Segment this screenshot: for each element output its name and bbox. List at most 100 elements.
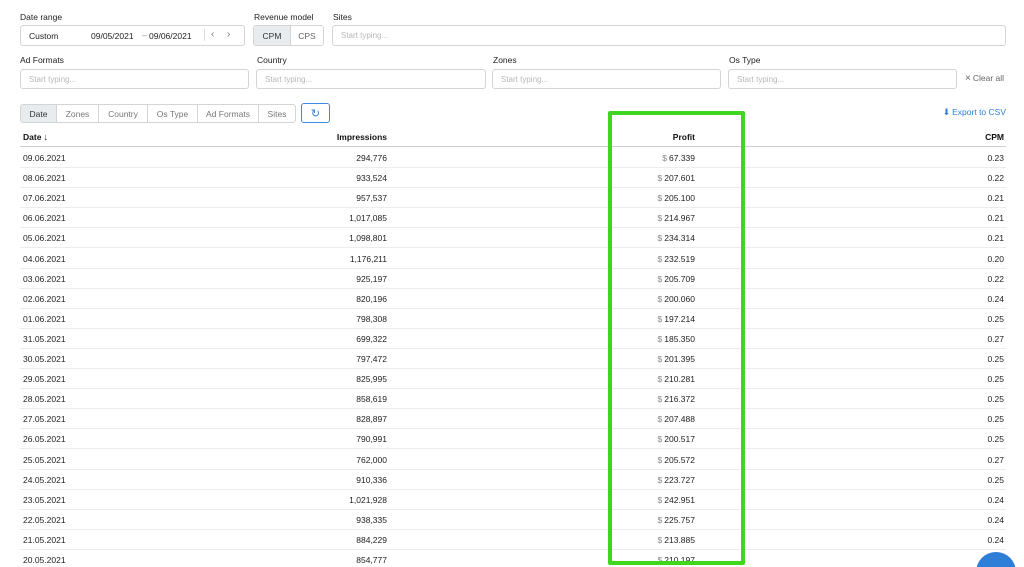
revenue-model-cps[interactable]: CPS (290, 26, 323, 45)
group-by-tabs: Date Zones Country Os Type Ad Formats Si… (20, 104, 296, 123)
cell-cpm: 0.21 (987, 213, 1004, 224)
cell-impressions: 854,777 (356, 555, 387, 565)
cell-cpm: 0.24 (987, 514, 1004, 525)
date-range-preset[interactable]: Custom (29, 31, 58, 41)
cell-date: 25.05.2021 (23, 454, 66, 465)
cell-cpm: 0.25 (987, 414, 1004, 425)
zones-input[interactable]: Start typing... (492, 69, 721, 89)
cell-cpm: 0.25 (987, 374, 1004, 385)
cell-profit-value: 234.314 (664, 233, 695, 244)
ad-formats-input[interactable]: Start typing... (20, 69, 249, 89)
table-row: 08.06.2021 933,524 $207.601 0.22 (20, 168, 1006, 189)
cell-impressions: 933,524 (356, 173, 387, 184)
revenue-model-label: Revenue model (254, 12, 314, 22)
cell-profit-value: 205.100 (664, 193, 695, 204)
cell-cpm: 0.24 (987, 293, 1004, 304)
os-type-placeholder: Start typing... (737, 75, 785, 84)
chevron-left-icon[interactable]: ‹ (211, 29, 214, 40)
cell-date: 07.06.2021 (23, 193, 66, 204)
cell-impressions: 1,098,801 (349, 233, 387, 244)
cell-cpm: 0.22 (987, 273, 1004, 284)
tab-country[interactable]: Country (99, 105, 148, 122)
table-row: 06.06.2021 1,017,085 $214.967 0.21 (20, 208, 1006, 229)
table-row: 20.05.2021 854,777 $210.197 (20, 550, 1006, 567)
column-header-profit[interactable]: Profit (673, 132, 695, 142)
column-header-impressions[interactable]: Impressions (337, 132, 387, 142)
cell-profit: $197.214 (658, 314, 695, 324)
column-header-cpm[interactable]: CPM (985, 132, 1004, 142)
refresh-button[interactable]: ↻ (301, 103, 330, 123)
export-csv-link[interactable]: ⬇ Export to CSV (943, 107, 1006, 118)
cell-date: 23.05.2021 (23, 494, 66, 505)
table-row: 09.06.2021 294,776 $67.339 0.23 (20, 148, 1006, 169)
currency-symbol: $ (657, 193, 663, 204)
currency-symbol: $ (657, 555, 663, 565)
cell-date: 08.06.2021 (23, 173, 66, 184)
cell-impressions: 762,000 (356, 454, 387, 465)
cell-date: 24.05.2021 (23, 474, 66, 485)
date-range-picker[interactable]: Custom 09/05/2021 – 09/06/2021 ‹ › (20, 25, 245, 46)
cell-profit: $205.572 (658, 455, 695, 465)
cell-impressions: 957,537 (356, 193, 387, 204)
cell-profit: $205.709 (658, 274, 695, 284)
country-label: Country (257, 55, 287, 65)
cell-profit: $67.339 (662, 153, 695, 163)
cell-impressions: 790,991 (356, 434, 387, 445)
clear-all-label: Clear all (972, 73, 1005, 83)
tab-sites[interactable]: Sites (259, 105, 295, 122)
currency-symbol: $ (657, 474, 663, 485)
cell-cpm: 0.23 (987, 153, 1004, 163)
cell-profit-value: 201.395 (664, 354, 695, 364)
cell-profit: $242.951 (658, 495, 695, 505)
cell-profit: $200.517 (658, 434, 695, 444)
tab-date[interactable]: Date (21, 105, 57, 122)
sites-input[interactable]: Start typing... (332, 25, 1006, 46)
cell-profit-value: 223.727 (664, 474, 695, 485)
date-range-end[interactable]: 09/06/2021 (149, 31, 192, 41)
table-row: 28.05.2021 858,619 $216.372 0.25 (20, 389, 1006, 410)
cell-cpm: 0.25 (987, 434, 1004, 445)
os-type-input[interactable]: Start typing... (728, 69, 957, 89)
cell-cpm: 0.25 (987, 313, 1004, 324)
cell-cpm: 0.25 (987, 474, 1004, 485)
cell-profit: $207.601 (658, 173, 695, 183)
cell-date: 04.06.2021 (23, 253, 66, 264)
cell-impressions: 1,176,211 (349, 253, 387, 264)
cell-date: 05.06.2021 (23, 233, 66, 244)
table-row: 07.06.2021 957,537 $205.100 0.21 (20, 188, 1006, 209)
cell-profit-value: 232.519 (664, 253, 695, 264)
country-placeholder: Start typing... (265, 75, 313, 84)
date-range-label: Date range (20, 12, 63, 22)
cell-impressions: 820,196 (356, 293, 387, 304)
cell-date: 28.05.2021 (23, 394, 66, 405)
tab-ad-formats[interactable]: Ad Formats (198, 105, 259, 122)
chevron-right-icon[interactable]: › (227, 29, 230, 40)
cell-cpm: 0.27 (987, 333, 1004, 344)
cell-profit-value: 205.709 (664, 273, 695, 284)
column-header-date[interactable]: Date ↓ (23, 132, 48, 142)
cell-date: 29.05.2021 (23, 374, 66, 385)
currency-symbol: $ (657, 534, 663, 545)
os-type-label: Os Type (729, 55, 761, 65)
cell-profit: $223.727 (658, 475, 695, 485)
currency-symbol: $ (657, 354, 663, 364)
clear-all-button[interactable]: × Clear all (965, 73, 1004, 84)
country-input[interactable]: Start typing... (256, 69, 486, 89)
revenue-model-cpm[interactable]: CPM (254, 26, 291, 45)
tab-os-type[interactable]: Os Type (148, 105, 198, 122)
cell-profit: $234.314 (658, 233, 695, 243)
cell-profit-value: 207.488 (664, 414, 695, 425)
table-row: 01.06.2021 798,308 $197.214 0.25 (20, 309, 1006, 329)
revenue-model-toggle[interactable]: CPM CPS (253, 25, 324, 46)
table-row: 02.06.2021 820,196 $200.060 0.24 (20, 289, 1006, 309)
date-range-start[interactable]: 09/05/2021 (91, 31, 134, 41)
tab-zones[interactable]: Zones (57, 105, 99, 122)
cell-profit-value: 205.572 (664, 454, 695, 465)
sites-placeholder: Start typing... (341, 31, 389, 40)
cell-profit-value: 210.281 (664, 374, 695, 385)
cell-profit-value: 207.601 (664, 173, 695, 184)
cell-impressions: 910,336 (356, 474, 387, 485)
sites-label: Sites (333, 12, 352, 22)
table-row: 29.05.2021 825,995 $210.281 0.25 (20, 369, 1006, 390)
table-row: 04.06.2021 1,176,211 $232.519 0.20 (20, 249, 1006, 269)
